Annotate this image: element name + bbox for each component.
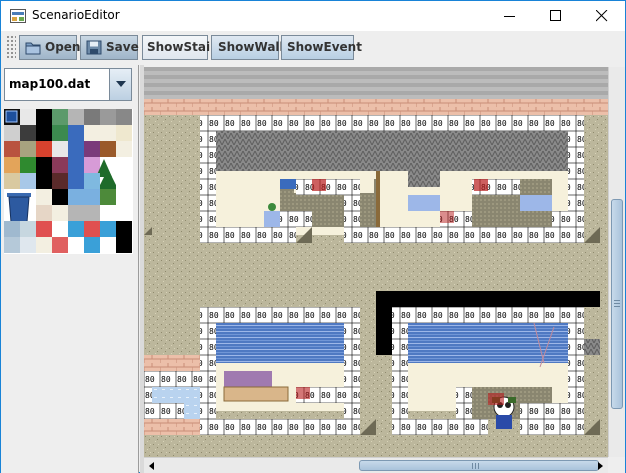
scroll-corner [608, 457, 625, 473]
wall-col [568, 323, 584, 435]
wall-row [200, 115, 584, 131]
maximize-icon [550, 10, 561, 21]
toolbar-grip[interactable] [6, 35, 16, 60]
scroll-right-icon[interactable] [595, 461, 605, 471]
close-icon [596, 10, 608, 22]
wall-row [200, 307, 360, 323]
building-roof [216, 131, 584, 171]
wall-col [392, 323, 408, 435]
chevron-down-icon [116, 81, 126, 87]
close-button[interactable] [579, 1, 625, 31]
save-button-label: Save [106, 40, 139, 54]
show-wall-label: ShowWall [218, 40, 284, 54]
wall-row [200, 419, 360, 435]
map-canvas[interactable]: 80 [144, 67, 608, 457]
top-wall [144, 67, 608, 99]
vertical-scroll-thumb[interactable] [611, 199, 623, 409]
minimize-icon [504, 16, 515, 17]
wall-row [392, 419, 488, 435]
app-window: ScenarioEditor Open Save ShowStair ShowW… [0, 0, 626, 473]
brick-path [144, 99, 608, 115]
wall-col [200, 323, 216, 435]
vertical-scrollbar[interactable] [608, 67, 625, 457]
left-panel: map100.dat [1, 65, 139, 473]
folder-icon [25, 42, 41, 55]
building-roof [216, 323, 360, 363]
wall-col [200, 131, 216, 243]
dropdown-button[interactable] [109, 69, 131, 100]
map-svg[interactable]: 80 [144, 67, 608, 457]
java-app-icon [10, 9, 26, 23]
show-event-label: ShowEvent [287, 40, 362, 54]
show-stair-label: ShowStair [147, 40, 217, 54]
horizontal-scrollbar[interactable] [144, 457, 608, 473]
minimize-button[interactable] [487, 1, 533, 31]
wall-row [360, 227, 568, 243]
maximize-button[interactable] [533, 1, 579, 31]
title-bar: ScenarioEditor [1, 1, 625, 31]
wall-col [344, 323, 360, 435]
wall-col [568, 131, 584, 243]
wall-row [200, 227, 296, 243]
floppy-disk-icon [86, 40, 102, 55]
show-wall-toggle[interactable]: ShowWall [211, 35, 284, 60]
scroll-left-icon[interactable] [147, 461, 157, 471]
toolbar: Open Save ShowStair ShowWall ShowEvent [1, 31, 625, 64]
map-file-selected: map100.dat [9, 77, 91, 91]
wall-col [344, 179, 360, 243]
map-file-select[interactable]: map100.dat [4, 68, 132, 101]
open-button[interactable]: Open [19, 35, 81, 60]
show-event-toggle[interactable]: ShowEvent [281, 35, 362, 60]
window-title: ScenarioEditor [32, 8, 120, 22]
save-button[interactable]: Save [80, 35, 139, 60]
open-button-label: Open [45, 40, 81, 54]
tile-palette[interactable] [4, 109, 133, 254]
horizontal-scroll-thumb[interactable] [359, 460, 599, 471]
show-stair-toggle[interactable]: ShowStair [142, 35, 216, 60]
wall-row [392, 307, 584, 323]
